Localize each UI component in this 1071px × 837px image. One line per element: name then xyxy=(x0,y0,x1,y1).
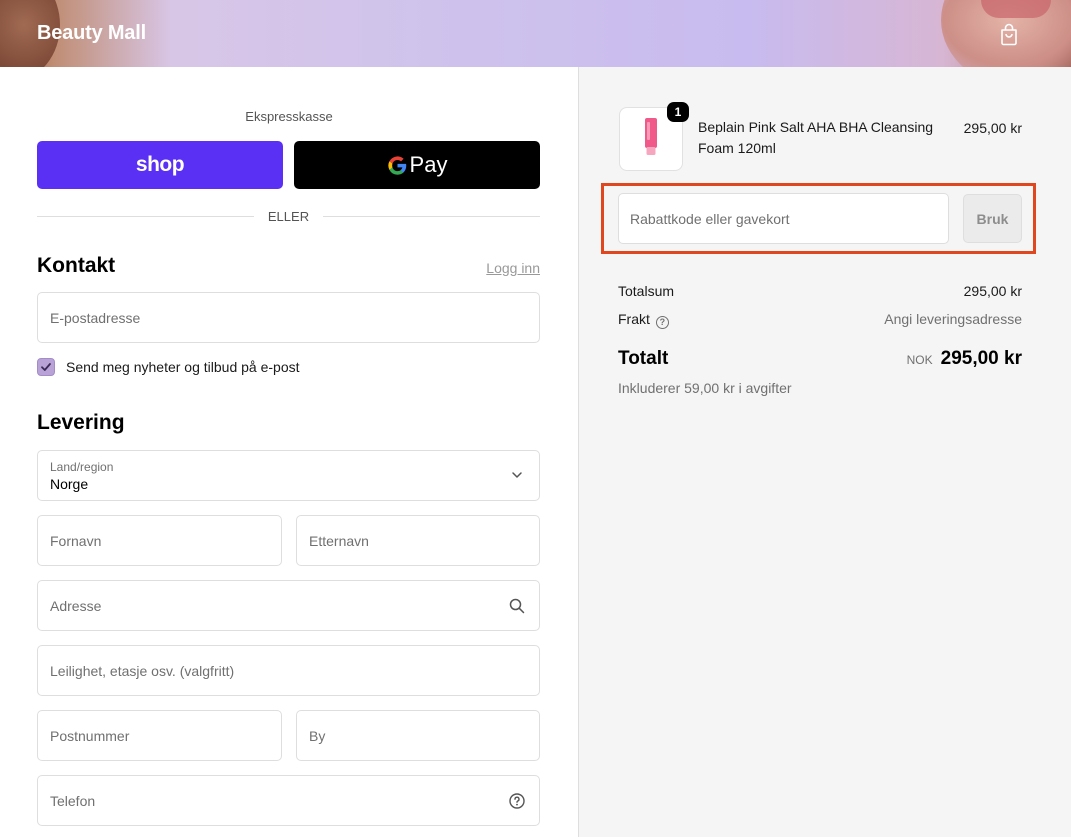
total-label: Totalt xyxy=(618,348,669,369)
discount-placeholder: Rabattkode eller gavekort xyxy=(630,211,790,227)
postal-code-field[interactable]: Postnummer xyxy=(37,710,282,761)
apartment-placeholder: Leilighet, etasje osv. (valgfritt) xyxy=(50,663,235,679)
city-placeholder: By xyxy=(309,728,326,744)
search-icon xyxy=(509,598,525,614)
apartment-field[interactable]: Leilighet, etasje osv. (valgfritt) xyxy=(37,645,540,696)
first-name-placeholder: Fornavn xyxy=(50,533,102,549)
contact-heading: Kontakt xyxy=(37,254,116,277)
google-pay-button[interactable]: Pay xyxy=(294,141,540,189)
total-amount: NOK 295,00 kr xyxy=(907,348,1022,370)
product-price: 295,00 kr xyxy=(963,120,1022,136)
divider-label: ELLER xyxy=(267,209,310,224)
shipping-help-icon[interactable]: ? xyxy=(655,315,669,329)
country-label: Land/region xyxy=(50,460,114,474)
phone-field[interactable]: Telefon xyxy=(37,775,540,826)
address-field[interactable]: Adresse xyxy=(37,580,540,631)
store-logo[interactable]: Beauty Mall xyxy=(37,22,146,45)
order-summary-column: 1 Beplain Pink Salt AHA BHA Cleansing Fo… xyxy=(578,67,1071,837)
address-placeholder: Adresse xyxy=(50,598,102,614)
first-name-field[interactable]: Fornavn xyxy=(37,515,282,566)
or-divider: ELLER xyxy=(37,207,540,227)
email-placeholder: E-postadresse xyxy=(50,310,141,326)
chevron-down-icon xyxy=(512,472,522,478)
checkmark-icon xyxy=(41,363,51,371)
shop-pay-label: shop xyxy=(135,153,185,176)
shipping-value: Angi leveringsadresse xyxy=(884,311,1022,327)
apply-discount-button[interactable]: Bruk xyxy=(963,194,1022,243)
newsletter-checkbox[interactable] xyxy=(37,358,55,376)
shipping-label: Frakt xyxy=(618,311,650,327)
discount-code-input[interactable]: Rabattkode eller gavekort xyxy=(618,193,949,244)
country-select[interactable]: Land/region Norge xyxy=(37,450,540,501)
postal-code-placeholder: Postnummer xyxy=(50,728,130,744)
shopping-bag-icon[interactable] xyxy=(999,22,1019,46)
country-value: Norge xyxy=(50,476,89,492)
shop-pay-button[interactable]: shop xyxy=(37,141,283,189)
express-checkout-title: Ekspresskasse xyxy=(245,109,333,124)
email-field[interactable]: E-postadresse xyxy=(37,292,540,343)
last-name-field[interactable]: Etternavn xyxy=(296,515,540,566)
shipping-row: Frakt? Angi leveringsadresse xyxy=(618,311,1022,329)
header-banner: Beauty Mall xyxy=(0,0,1071,67)
help-icon[interactable] xyxy=(508,792,526,810)
quantity-badge: 1 xyxy=(667,102,689,122)
total-value: 295,00 kr xyxy=(940,348,1022,369)
subtotal-label: Totalsum xyxy=(618,283,675,299)
google-g-icon xyxy=(387,155,406,175)
google-pay-label: Pay xyxy=(409,152,448,177)
login-link[interactable]: Logg inn xyxy=(486,260,540,276)
delivery-heading: Levering xyxy=(37,411,125,434)
city-field[interactable]: By xyxy=(296,710,540,761)
newsletter-label: Send meg nyheter og tilbud på e-post xyxy=(66,359,300,375)
subtotal-value: 295,00 kr xyxy=(963,283,1022,299)
product-name: Beplain Pink Salt AHA BHA Cleansing Foam… xyxy=(698,119,934,156)
tax-note: Inkluderer 59,00 kr i avgifter xyxy=(618,380,792,396)
subtotal-row: Totalsum 295,00 kr xyxy=(618,283,1022,299)
checkout-form-column: Ekspresskasse shop Pay ELLER Kontakt Log… xyxy=(0,67,578,837)
phone-placeholder: Telefon xyxy=(50,793,96,809)
currency-code: NOK xyxy=(906,353,933,367)
last-name-placeholder: Etternavn xyxy=(309,533,369,549)
banner-image-detail xyxy=(981,0,1051,18)
newsletter-row[interactable]: Send meg nyheter og tilbud på e-post xyxy=(37,358,300,376)
